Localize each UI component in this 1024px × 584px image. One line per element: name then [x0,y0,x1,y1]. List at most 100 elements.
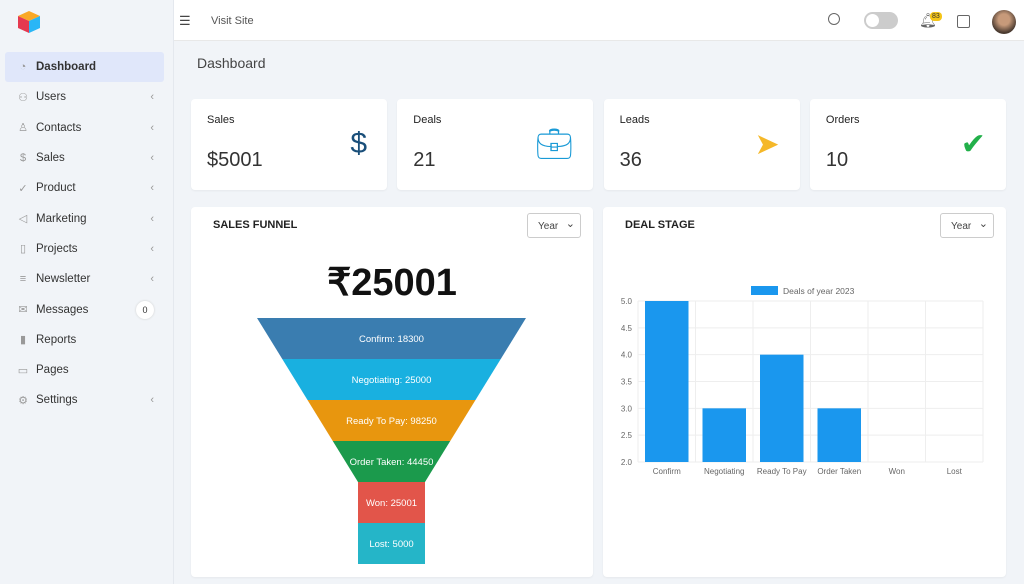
sidebar-item-newsletter[interactable]: ≡ Newsletter ‹ [5,264,164,294]
avatar[interactable] [992,10,1016,34]
mail-icon: ✉ [18,304,28,317]
stat-value: 10 [825,149,849,171]
sidebar: ◔ Dashboard ⚇ Users ‹ ♙ Contacts ‹ $ Sales ‹ ✓ Produ… [0,0,174,584]
stat-label: Orders [825,114,860,126]
sidebar-item-projects[interactable]: ▯ Projects ‹ [5,234,164,264]
notebook-icon: ▯ [19,243,27,256]
sidebar-nav: ◔ Dashboard ⚇ Users ‹ ♙ Contacts ‹ $ Sales ‹ ✓ Produ… [5,52,164,416]
dollar-icon: $ [350,127,367,160]
panel-title: DEAL STAGE [625,219,695,231]
sidebar-item-label: Pages [36,364,69,377]
dollar-icon: $ [19,152,27,165]
theme-toggle[interactable] [864,12,898,29]
bar-chart-icon: ▮ [19,334,27,347]
paper-plane-icon: ➤ [754,128,780,161]
shopping-bag-icon: ✔ [960,128,986,161]
funnel-stage-label: Won: 25001 [366,498,417,509]
visit-site-link[interactable]: Visit Site [211,15,254,27]
sidebar-item-label: Newsletter [36,273,91,286]
messages-count-badge: 0 [136,300,154,319]
sidebar-item-messages[interactable]: ✉ Messages 0 [5,294,164,324]
deal-stage-chart: 2.0 2.5 3.0 3.5 4.0 4.5 5.0 Confirm Negotiating R… [621,286,984,476]
chevron-left-icon[interactable]: ‹ [150,152,154,164]
x-tick-label: Negotiating [704,467,744,476]
sidebar-item-sales[interactable]: $ Sales ‹ [5,143,164,173]
newspaper-icon: ≡ [19,273,27,286]
chevron-left-icon[interactable]: ‹ [150,91,154,103]
stat-card-sales: Sales $5001 $ [191,99,387,190]
chevron-down-icon: ⌄ [565,218,575,230]
briefcase-icon: 💼︎ [535,128,574,161]
sidebar-item-label: Product [36,182,76,195]
logo-icon[interactable] [17,10,41,34]
gauge-icon: ◔ [19,61,27,74]
stat-label: Sales [207,114,235,126]
sidebar-item-product[interactable]: ✓ Product ‹ [5,173,164,203]
sidebar-item-pages[interactable]: ▭ Pages [5,355,164,385]
stat-label: Deals [413,114,442,126]
users-icon: ⚇ [18,91,28,104]
funnel-stage-label: Negotiating: 25000 [352,375,432,386]
y-tick-label: 3.0 [621,404,633,413]
chevron-left-icon[interactable]: ‹ [150,182,154,194]
stat-label: Leads [619,114,650,126]
megaphone-icon: ◁ [18,213,28,226]
deal-stage-panel: 2.0 2.5 3.0 3.5 4.0 4.5 5.0 Confirm Negotiating R… [603,207,1006,577]
sidebar-item-users[interactable]: ⚇ Users ‹ [5,82,164,112]
chevron-left-icon[interactable]: ‹ [150,273,154,285]
sidebar-item-contacts[interactable]: ♙ Contacts ‹ [5,113,164,143]
y-tick-label: 3.5 [621,378,633,387]
y-tick-label: 4.0 [621,351,633,360]
file-icon: ▭ [17,364,29,377]
chevron-down-icon: ⌄ [978,218,988,230]
page-title: Dashboard [197,55,266,71]
x-tick-label: Confirm [653,467,681,476]
x-tick-label: Ready To Pay [757,467,807,476]
year-select[interactable]: Year ⌄ [940,213,994,238]
bar [702,408,746,462]
search-icon[interactable] [828,13,840,25]
sidebar-item-label: Users [36,91,67,104]
stat-card-leads: Leads 36 ➤ [603,99,800,190]
chevron-left-icon[interactable]: ‹ [150,122,154,134]
sidebar-item-settings[interactable]: ⚙ Settings ‹ [5,385,164,415]
legend-swatch [751,286,778,295]
y-tick-label: 5.0 [621,297,633,306]
year-select-value: Year [538,221,559,232]
y-tick-label: 2.5 [621,431,633,440]
sidebar-item-label: Messages [36,303,89,316]
sidebar-item-label: Projects [36,242,78,255]
funnel-stage-label: Ready To Pay: 98250 [346,416,437,427]
sidebar-item-label: Reports [36,333,77,346]
funnel-stage-label: Confirm: 18300 [359,334,424,345]
stat-card-orders: Orders 10 ✔ [809,99,1006,190]
bar [645,301,689,462]
legend-label: Deals of year 2023 [783,286,855,296]
sidebar-item-dashboard[interactable]: ◔ Dashboard [5,52,164,83]
sidebar-item-label: Contacts [36,121,82,134]
x-tick-label: Lost [947,467,963,476]
sidebar-item-marketing[interactable]: ◁ Marketing ‹ [5,203,164,233]
sidebar-item-label: Sales [36,152,65,165]
year-select-value: Year [951,221,972,232]
sidebar-item-reports[interactable]: ▮ Reports [5,325,164,355]
gear-icon: ⚙ [18,394,28,407]
user-icon: ♙ [18,122,28,135]
funnel-amount: ₹25001 [327,262,457,304]
year-select[interactable]: Year ⌄ [527,213,581,238]
funnel-stage-label: Lost: 5000 [369,539,413,550]
chevron-left-icon[interactable]: ‹ [150,394,154,406]
bar [760,354,804,462]
panel-title: SALES FUNNEL [213,219,298,231]
calendar-icon[interactable] [957,15,970,28]
y-tick-label: 2.0 [621,458,633,467]
sidebar-item-label: Marketing [36,212,87,225]
stat-value: $5001 [207,149,263,171]
stat-value: 36 [619,149,642,171]
chevron-left-icon[interactable]: ‹ [150,243,154,255]
hamburger-menu-icon[interactable]: ☰ [179,13,191,29]
chevron-left-icon[interactable]: ‹ [150,213,154,225]
y-tick-label: 4.5 [621,324,633,333]
stat-card-deals: Deals 21 💼︎ [397,99,594,190]
x-tick-label: Won [889,467,905,476]
